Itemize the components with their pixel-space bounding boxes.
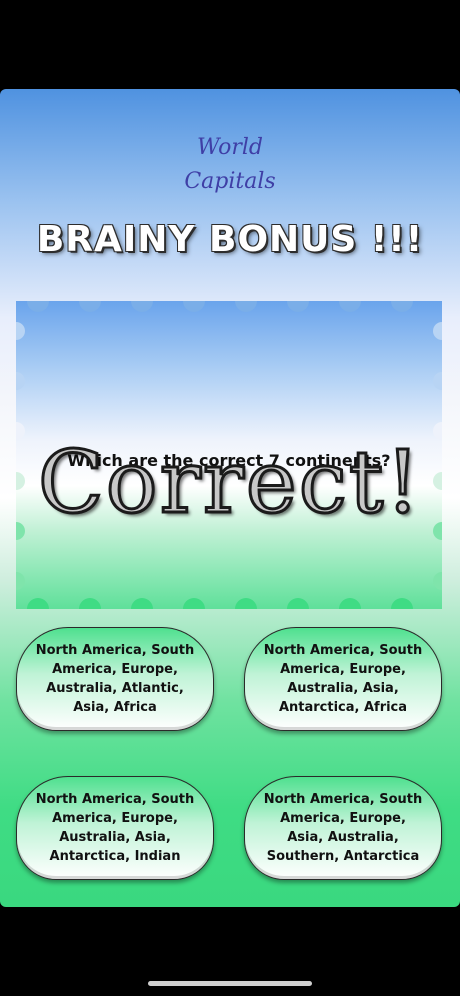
game-screen: World Capitals BRAINY BONUS !!! Which ar…: [0, 89, 460, 907]
answer-button-4[interactable]: North America, South America, Europe, As…: [244, 776, 442, 880]
subject-title: World Capitals: [0, 131, 460, 199]
subject-line-2: Capitals: [184, 169, 276, 194]
answer-label: North America, South America, Europe, Au…: [35, 792, 195, 864]
home-indicator[interactable]: [148, 981, 312, 986]
answer-label: North America, South America, Europe, Au…: [263, 643, 423, 715]
answer-label: North America, South America, Europe, As…: [263, 792, 423, 864]
answer-button-1[interactable]: North America, South America, Europe, Au…: [16, 627, 214, 731]
correct-banner: Correct!: [37, 432, 422, 535]
subject-line-1: World: [197, 135, 263, 160]
bonus-title: BRAINY BONUS !!!: [36, 219, 424, 260]
answer-button-3[interactable]: North America, South America, Europe, Au…: [16, 776, 214, 880]
answer-button-2[interactable]: North America, South America, Europe, Au…: [244, 627, 442, 731]
answer-label: North America, South America, Europe, Au…: [35, 643, 195, 715]
